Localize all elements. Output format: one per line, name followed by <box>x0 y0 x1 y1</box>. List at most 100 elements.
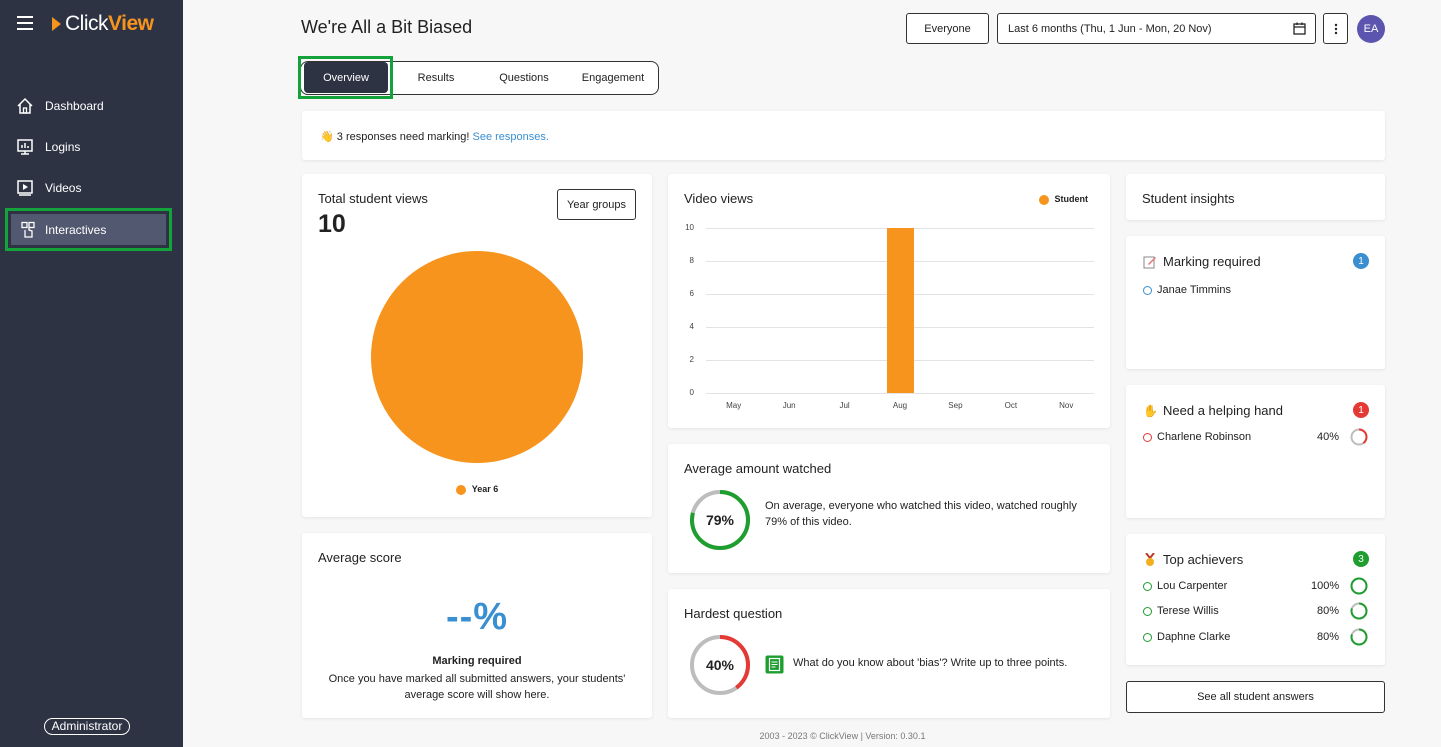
role-badge: Administrator <box>44 718 130 735</box>
hardest-question-text[interactable]: What do you know about 'bias'? Write up … <box>793 655 1093 671</box>
mini-progress-ring <box>1350 428 1368 446</box>
logo-text-click: Click <box>65 12 109 35</box>
year-groups-button[interactable]: Year groups <box>557 189 636 220</box>
question-doc-icon <box>765 655 784 674</box>
mini-progress-ring <box>1350 602 1368 620</box>
count-badge: 1 <box>1353 402 1369 418</box>
student-percent: 100% <box>1311 580 1340 592</box>
gridline <box>706 393 1094 394</box>
sidebar-item-label: Videos <box>45 181 82 195</box>
menu-icon[interactable] <box>17 16 33 30</box>
card-title: Total student views <box>318 191 428 206</box>
more-options-button[interactable] <box>1323 13 1348 44</box>
card-title: Average score <box>318 550 402 565</box>
avg-score-card: Average score --% Marking required Once … <box>302 533 652 718</box>
hardest-ring: 40% <box>689 634 751 696</box>
tab-questions[interactable]: Questions <box>481 62 567 94</box>
x-tick-label: Jun <box>782 401 796 410</box>
raised-hand-icon: ✋ <box>1143 404 1158 418</box>
footer: 2003 - 2023 © ClickView | Version: 0.30.… <box>759 731 926 741</box>
logo-play-icon <box>52 17 61 31</box>
card-title: Average amount watched <box>684 461 832 476</box>
student-percent: 80% <box>1317 631 1340 643</box>
sidebar-item-label: Dashboard <box>45 99 104 113</box>
video-views-card: Video views Student 0 2 4 6 8 10 May Jun Jul Aug S… <box>668 174 1110 428</box>
student-name: Daphne Clarke <box>1157 631 1231 643</box>
bar-chart: 0 2 4 6 8 10 May Jun Jul Aug Sep Oct Nov <box>668 174 1110 428</box>
bar[interactable] <box>886 228 914 393</box>
tab-results[interactable]: Results <box>394 62 478 94</box>
helping-hand-card: ✋ Need a helping hand 1 Charlene Robinso… <box>1126 385 1385 518</box>
legend-label: Year 6 <box>471 484 499 494</box>
sidebar-item-label: Logins <box>45 140 81 154</box>
sidebar-item-dashboard[interactable]: Dashboard <box>0 86 183 126</box>
student-row[interactable]: Lou Carpenter <box>1143 579 1227 593</box>
logo-text-view: View <box>108 12 154 35</box>
avatar[interactable]: EA <box>1357 15 1385 43</box>
notice-text: 👋 3 responses need marking! See response… <box>320 130 549 143</box>
status-dot-icon <box>1143 432 1152 442</box>
sidebar-item-interactives[interactable]: Interactives <box>5 208 172 251</box>
y-tick-label: 2 <box>689 355 694 364</box>
status-dot-icon <box>1143 632 1152 642</box>
login-chart-icon <box>17 139 33 155</box>
status-dot-icon <box>1143 285 1152 295</box>
sidebar-item-videos[interactable]: Videos <box>0 168 183 208</box>
count-badge: 1 <box>1353 253 1369 269</box>
watched-description: On average, everyone who watched this vi… <box>765 500 1077 528</box>
notice-message: 3 responses need marking! <box>336 131 470 143</box>
wave-hand-icon: 👋 <box>320 131 334 143</box>
sidebar: Click View Dashboard Logins Videos Intera… <box>0 0 183 747</box>
hardest-percent: 40% <box>705 657 735 673</box>
y-tick-label: 0 <box>689 388 694 397</box>
watched-percent: 79% <box>705 512 735 528</box>
x-tick-label: Sep <box>948 401 963 410</box>
watched-ring: 79% <box>689 489 751 551</box>
video-play-icon <box>17 180 33 196</box>
mini-progress-ring <box>1350 577 1368 595</box>
marking-required-card: Marking required 1 Janae Timmins <box>1126 236 1385 369</box>
student-row[interactable]: Charlene Robinson <box>1143 430 1251 444</box>
sidebar-item-logins[interactable]: Logins <box>0 127 183 167</box>
tab-engagement[interactable]: Engagement <box>569 62 657 94</box>
total-views-card: Total student views 10 Year groups Year … <box>302 174 652 517</box>
y-tick-label: 10 <box>685 223 694 232</box>
insight-title: Top achievers <box>1163 552 1244 567</box>
more-vertical-icon <box>1334 23 1337 34</box>
card-title: Student insights <box>1142 191 1235 206</box>
audience-button[interactable]: Everyone <box>906 13 989 44</box>
see-responses-link[interactable]: See responses. <box>473 131 549 143</box>
x-tick-label: Nov <box>1059 401 1074 410</box>
x-tick-label: May <box>726 401 742 410</box>
date-range-text: Last 6 months (Thu, 1 Jun - Mon, 20 Nov) <box>1008 22 1212 35</box>
clickview-logo[interactable]: Click View <box>52 12 154 36</box>
avg-score-heading: Marking required <box>432 655 522 667</box>
student-percent: 80% <box>1317 605 1340 617</box>
date-range-picker[interactable]: Last 6 months (Thu, 1 Jun - Mon, 20 Nov) <box>997 13 1316 44</box>
y-tick-label: 6 <box>689 289 694 298</box>
student-row[interactable]: Daphne Clarke <box>1143 630 1230 644</box>
calendar-icon[interactable] <box>1293 22 1306 35</box>
home-icon <box>17 97 33 114</box>
pie-legend: Year 6 <box>302 484 652 495</box>
mini-progress-ring <box>1350 628 1368 646</box>
student-row[interactable]: Terese Willis <box>1143 604 1219 618</box>
student-row[interactable]: Janae Timmins <box>1143 283 1231 297</box>
tab-overview[interactable]: Overview <box>304 62 388 93</box>
y-tick-label: 4 <box>689 322 694 331</box>
medal-icon <box>1143 552 1157 567</box>
total-views-value: 10 <box>318 210 346 238</box>
x-tick-label: Jul <box>839 401 850 410</box>
see-all-answers-button[interactable]: See all student answers <box>1126 681 1385 713</box>
x-tick-label: Oct <box>1004 401 1018 410</box>
legend-swatch <box>455 484 466 495</box>
student-insights-header: Student insights <box>1126 174 1385 220</box>
student-percent: 40% <box>1317 431 1340 443</box>
pencil-paper-icon <box>1143 255 1157 269</box>
student-name: Lou Carpenter <box>1157 580 1228 592</box>
status-dot-icon <box>1143 581 1152 591</box>
insight-title: Marking required <box>1163 254 1261 269</box>
page-title: We're All a Bit Biased <box>301 17 473 37</box>
y-tick-label: 8 <box>689 256 694 265</box>
count-badge: 3 <box>1353 551 1369 567</box>
